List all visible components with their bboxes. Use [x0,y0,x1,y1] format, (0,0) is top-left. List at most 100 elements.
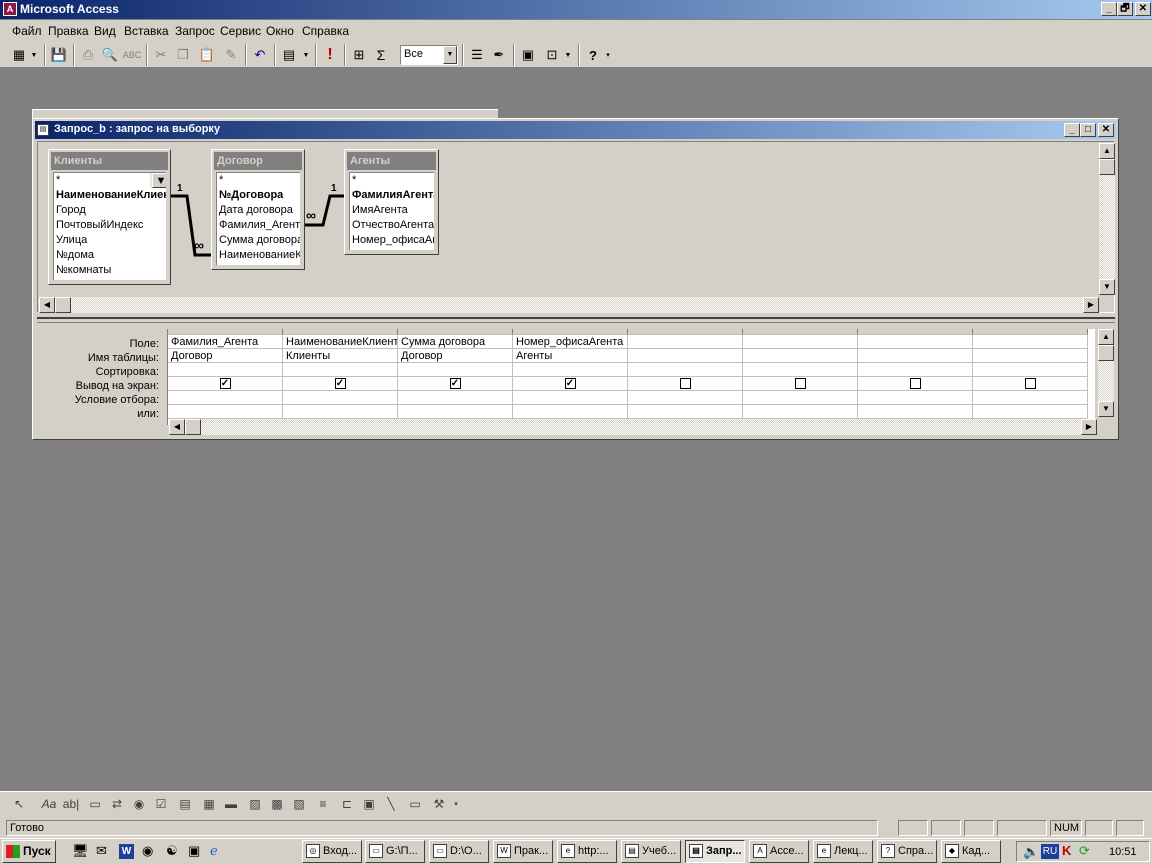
show-checkbox[interactable] [794,378,806,389]
table-pane-hscroll[interactable]: ◀ ▶ [39,297,1099,313]
unbound-frame-icon[interactable]: ▩ [266,795,288,813]
grid-cell-show[interactable]: ✓ [398,377,513,391]
task-button[interactable]: ▭ D:\О... [429,840,489,863]
show-checkbox[interactable] [679,378,691,389]
top-values-select[interactable]: Все ▼ [400,45,458,65]
undo-icon[interactable]: ↶ [249,45,271,65]
scroll-thumb[interactable] [1099,159,1115,175]
menu-view[interactable]: Вид [94,24,116,38]
totals-icon[interactable]: Σ [370,45,392,65]
view-button[interactable]: ▦ [8,45,30,65]
tab-control-icon[interactable]: ⊏ [336,795,358,813]
show-checkbox[interactable]: ✓ [219,378,231,389]
grid-cell-table[interactable] [743,349,858,363]
scroll-thumb[interactable] [1098,345,1114,361]
grid-cell-table[interactable] [973,349,1088,363]
query-type-dropdown-icon[interactable]: ▼ [300,45,312,65]
command-button-icon[interactable]: ▬ [220,795,242,813]
grid-cell-show[interactable]: ✓ [513,377,628,391]
network-icon[interactable]: ⟳ [1079,843,1090,859]
grid-cell-sort[interactable] [743,363,858,377]
scroll-left-icon[interactable]: ◀ [39,297,55,313]
grid-cell-field[interactable]: Фамилия_Агента [168,335,283,349]
list-box-icon[interactable]: ▦ [198,795,220,813]
minimize-button[interactable]: _ [1101,2,1117,16]
show-checkbox[interactable]: ✓ [334,378,346,389]
grid-cell-criteria[interactable] [973,391,1088,405]
grid-vscroll[interactable]: ▲ ▼ [1098,329,1114,417]
bound-frame-icon[interactable]: ▧ [288,795,310,813]
table-pane-vscroll[interactable]: ▲ ▼ [1099,143,1115,295]
menu-edit[interactable]: Правка [48,24,89,38]
option-button-icon[interactable]: ◉ [128,795,150,813]
print-icon[interactable]: ⎙ [77,45,99,65]
scroll-left-icon[interactable]: ◀ [169,419,185,435]
access-app-icon[interactable]: A [3,2,17,16]
combo-box-icon[interactable]: ▤ [174,795,196,813]
subform-icon[interactable]: ▣ [358,795,380,813]
rectangle-tool-icon[interactable]: ▭ [404,795,426,813]
scroll-up-icon[interactable]: ▲ [1098,329,1114,345]
grid-cell-table[interactable]: Агенты [513,349,628,363]
antivirus-icon[interactable]: K [1062,843,1071,858]
grid-cell-or[interactable] [513,405,628,419]
grid-cell-field[interactable]: Сумма договора [398,335,513,349]
grid-cell-show[interactable] [973,377,1088,391]
grid-cell-field[interactable] [858,335,973,349]
query-close-button[interactable]: ✕ [1098,123,1114,137]
grid-cell-or[interactable] [858,405,973,419]
view-dropdown-icon[interactable]: ▼ [28,45,40,65]
grid-cell-show[interactable]: ✓ [168,377,283,391]
grid-cell-field[interactable] [973,335,1088,349]
task-button[interactable]: e http:... [557,840,617,863]
scroll-right-icon[interactable]: ▶ [1083,297,1099,313]
pane-splitter[interactable] [37,317,1115,323]
grid-cell-or[interactable] [973,405,1088,419]
show-checkbox[interactable] [909,378,921,389]
select-objects-icon[interactable]: ↖ [8,795,30,813]
grid-cell-sort[interactable] [168,363,283,377]
grid-cell-or[interactable] [283,405,398,419]
copy-icon[interactable]: ❐ [172,45,194,65]
database-window-icon[interactable]: ▣ [517,45,539,65]
app-icon[interactable]: ▣ [188,843,200,859]
media-player-icon[interactable]: ◉ [142,843,153,859]
grid-cell-sort[interactable] [628,363,743,377]
toggle-button-icon[interactable]: ⇄ [106,795,128,813]
menu-insert[interactable]: Вставка [124,24,169,38]
print-preview-icon[interactable]: 🔍 [99,45,121,65]
task-button[interactable]: ▤ Учеб... [621,840,681,863]
format-painter-icon[interactable]: ✎ [220,45,242,65]
help-icon[interactable]: ? [582,45,604,65]
close-button[interactable]: ✕ [1135,2,1151,16]
new-object-icon[interactable]: ⊡ [541,45,563,65]
cut-icon[interactable]: ✂ [150,45,172,65]
grid-cell-criteria[interactable] [513,391,628,405]
save-icon[interactable]: 💾 [48,45,70,65]
grid-cell-or[interactable] [168,405,283,419]
menu-help[interactable]: Справка [302,24,349,38]
desktop-icon[interactable]: 🖥 [72,843,89,859]
paste-icon[interactable]: 📋 [196,45,218,65]
grid-cell-sort[interactable] [398,363,513,377]
grid-cell-show[interactable] [743,377,858,391]
task-button[interactable]: ◆ Кад... [941,840,1001,863]
grid-cell-sort[interactable] [973,363,1088,377]
top-values-dropdown-icon[interactable]: ▼ [443,46,457,64]
browser-icon[interactable]: ℯ [210,843,218,859]
scroll-thumb[interactable] [185,419,201,435]
grid-cell-show[interactable] [628,377,743,391]
task-button[interactable]: ▭ G:\П... [365,840,425,863]
build-icon[interactable]: ✒ [488,45,510,65]
grid-cell-criteria[interactable] [628,391,743,405]
restore-button[interactable]: 🗗 [1117,2,1133,16]
scroll-down-icon[interactable]: ▼ [1099,279,1115,295]
grid-cell-or[interactable] [743,405,858,419]
grid-cell-criteria[interactable] [398,391,513,405]
more-controls-icon[interactable]: ⚒ [428,795,450,813]
task-button[interactable]: e Лекц... [813,840,873,863]
query-minimize-button[interactable]: _ [1064,123,1080,137]
grid-cell-field[interactable]: Номер_офисаАгента [513,335,628,349]
menu-tools[interactable]: Сервис [220,24,261,38]
query-maximize-button[interactable]: □ [1080,123,1096,137]
